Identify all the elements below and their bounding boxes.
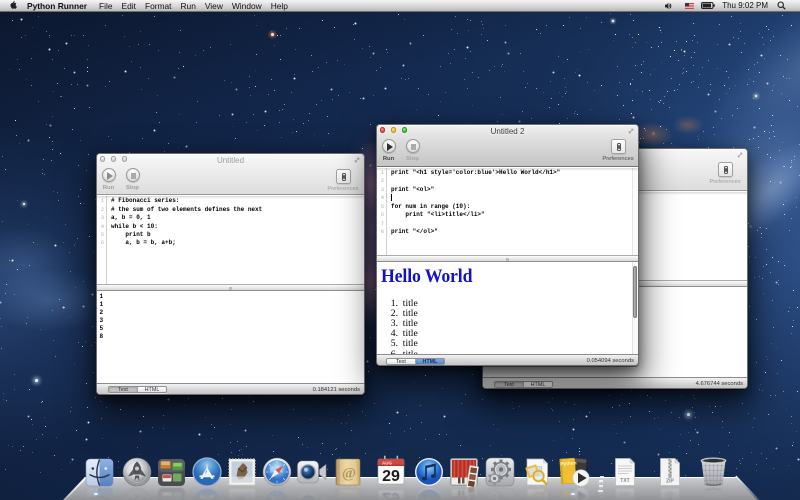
svg-text:Python: Python <box>560 460 577 467</box>
svg-text:AUG: AUG <box>382 460 392 465</box>
svg-text:ZIP: ZIP <box>666 490 674 496</box>
svg-text:TXT: TXT <box>620 490 629 496</box>
svg-text:@: @ <box>342 493 356 500</box>
svg-text:29: 29 <box>382 489 400 500</box>
